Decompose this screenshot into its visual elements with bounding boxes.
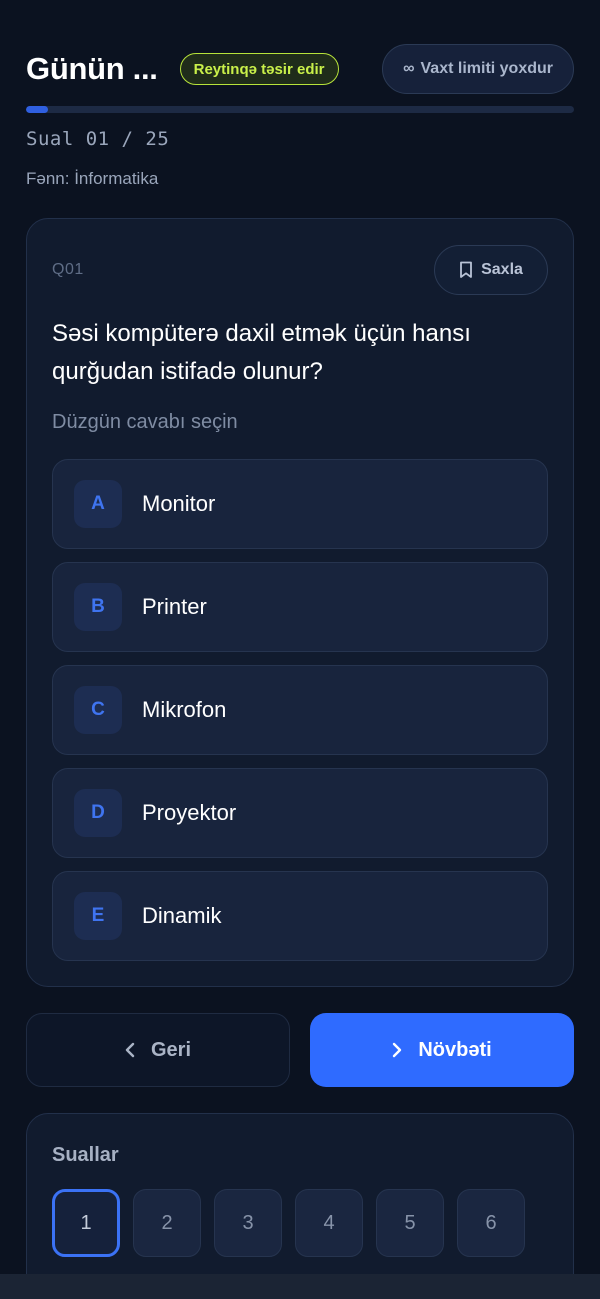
- save-button[interactable]: Saxla: [434, 245, 548, 295]
- next-label: Növbəti: [418, 1038, 492, 1061]
- chevron-right-icon: [393, 1042, 402, 1058]
- option-letter: D: [74, 789, 122, 837]
- subject-label: Fənn: İnformatika: [26, 169, 159, 188]
- progress-fill: [26, 106, 48, 113]
- time-limit-label: Vaxt limiti yoxdur: [420, 60, 553, 77]
- option-a[interactable]: A Monitor: [52, 459, 548, 549]
- option-b[interactable]: B Printer: [52, 562, 548, 652]
- rating-badge: Reytinqə təsir edir: [179, 53, 339, 85]
- option-letter: C: [74, 686, 122, 734]
- option-text: Proyektor: [142, 800, 237, 825]
- option-text: Monitor: [142, 491, 216, 516]
- question-number-button[interactable]: 2: [133, 1189, 201, 1257]
- question-id: Q01: [52, 261, 84, 278]
- quiz-page: Günün ... Reytinqə təsir edir ∞ Vaxt lim…: [0, 0, 600, 1299]
- progress-bar: [26, 106, 574, 113]
- system-bottom-bar: [0, 1274, 600, 1299]
- time-limit-pill: ∞ Vaxt limiti yoxdur: [382, 44, 574, 94]
- option-letter: B: [74, 583, 122, 631]
- question-number-button[interactable]: 1: [52, 1189, 120, 1257]
- infinity-icon: ∞: [403, 60, 415, 77]
- next-button[interactable]: Növbəti: [310, 1013, 574, 1087]
- option-text: Mikrofon: [142, 697, 227, 722]
- question-number-button[interactable]: 4: [295, 1189, 363, 1257]
- question-grid: 1 2 3 4 5 6: [52, 1189, 552, 1257]
- option-text: Dinamik: [142, 903, 222, 928]
- option-letter: E: [74, 892, 122, 940]
- header: Günün ... Reytinqə təsir edir ∞ Vaxt lim…: [26, 44, 574, 94]
- option-c[interactable]: C Mikrofon: [52, 665, 548, 755]
- chevron-left-icon: [125, 1042, 135, 1058]
- questions-panel-title: Suallar: [52, 1144, 119, 1166]
- option-text: Printer: [142, 594, 207, 619]
- question-number-button[interactable]: 5: [376, 1189, 444, 1257]
- save-label: Saxla: [481, 261, 523, 278]
- option-letter: A: [74, 480, 122, 528]
- back-button[interactable]: Geri: [26, 1013, 290, 1087]
- questions-panel: Suallar 1 2 3 4 5 6: [26, 1113, 574, 1299]
- question-counter: Sual 01 / 25: [26, 128, 170, 150]
- question-text: Səsi kompüterə daxil etmək üçün hansı qu…: [52, 320, 471, 385]
- answer-options: A Monitor B Printer C Mikrofon D Proyekt…: [52, 459, 548, 974]
- back-label: Geri: [150, 1038, 192, 1061]
- question-card: Q01 Saxla Səsi kompüterə daxil etmək üçü…: [26, 218, 574, 987]
- bookmark-icon: [460, 261, 472, 278]
- option-d[interactable]: D Proyektor: [52, 768, 548, 858]
- question-hint: Düzgün cavabı seçin: [52, 411, 238, 433]
- question-number-button[interactable]: 6: [457, 1189, 525, 1257]
- page-title: Günün ...: [26, 51, 158, 86]
- question-number-button[interactable]: 3: [214, 1189, 282, 1257]
- option-e[interactable]: E Dinamik: [52, 871, 548, 961]
